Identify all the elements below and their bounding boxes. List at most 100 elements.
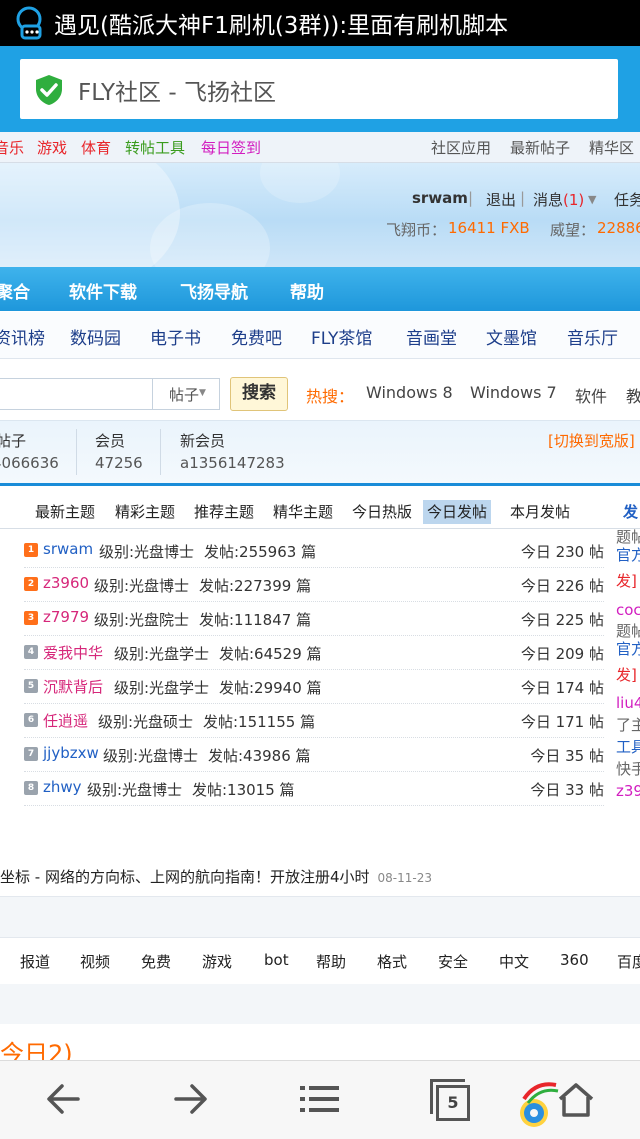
table-row[interactable]: 5 沉默背后 级别:光盘学士 发帖:29940 篇 今日 174 帖 [24, 669, 604, 704]
back-arrow-icon[interactable] [42, 1077, 84, 1121]
rank-badge: 1 [24, 543, 38, 557]
rank-badge: 6 [24, 713, 38, 727]
footer-link[interactable]: 报道 [20, 951, 50, 972]
table-row[interactable]: 7 jjybzxw 级别:光盘博士 发帖:43986 篇 今日 35 帖 [24, 737, 604, 772]
hot-search-item[interactable]: Windows 8 [366, 383, 453, 402]
table-row[interactable]: 8 zhwy 级别:光盘博士 发帖:13015 篇 今日 33 帖 [24, 771, 604, 806]
tab-month-posts[interactable]: 本月发帖 [510, 500, 570, 524]
right-column-cutoff: 题帖 官方 发] coc 题帖 官方 发] liu4 了主 工具 快手 z39 [616, 496, 640, 816]
messages-link[interactable]: 消息(1) [533, 189, 584, 210]
footer-link[interactable]: 安全 [438, 951, 468, 972]
search-button[interactable]: 搜索 [230, 377, 288, 411]
subnav-item-news[interactable]: 资讯榜 [0, 324, 45, 349]
subnav-item-free[interactable]: 免费吧 [231, 324, 282, 349]
tabs-button[interactable]: 5 [426, 1077, 470, 1121]
hot-search-item[interactable]: 教 [626, 383, 640, 407]
footer-link[interactable]: 中文 [499, 951, 529, 972]
footer-link[interactable]: 百度 [617, 951, 640, 972]
home-icon[interactable] [516, 1075, 596, 1131]
rank-badge: 7 [24, 747, 38, 761]
divider [0, 896, 640, 937]
footer-link[interactable]: 帮助 [316, 951, 346, 972]
cutoff-text: 题帖 [616, 622, 640, 640]
nav-item-fly-navigation[interactable]: 飞扬导航 [180, 278, 248, 303]
forward-arrow-icon[interactable] [170, 1077, 212, 1121]
status-bar: 遇见(酷派大神F1刷机(3群)):里面有刷机脚本 [0, 0, 640, 46]
tab-recommended-topics[interactable]: 推荐主题 [194, 500, 254, 524]
top-link-community-apps[interactable]: 社区应用 [431, 137, 491, 158]
cutoff-text: 快手 [616, 760, 640, 778]
footer-link[interactable]: 视频 [80, 951, 110, 972]
tab-digest-topics[interactable]: 精华主题 [273, 500, 333, 524]
notification-title: 遇见(酷派大神F1刷机(3群)):里面有刷机脚本 [54, 13, 509, 39]
logout-link[interactable]: 退出 [486, 189, 516, 210]
user-level: 级别:光盘博士 [94, 577, 190, 595]
footer-link[interactable]: 游戏 [202, 951, 232, 972]
today-post-count: 今日 33 帖 [530, 781, 604, 799]
chevron-down-icon: ▼ [199, 388, 206, 398]
switch-wide-link[interactable]: [切换到宽版] [548, 430, 635, 451]
cutoff-link[interactable]: 工具 [616, 736, 640, 758]
user-link[interactable]: z7979 [43, 608, 89, 626]
address-bar[interactable]: FLY社区 - 飞扬社区 [20, 59, 618, 119]
user-link[interactable]: jjybzxw [43, 744, 99, 762]
forum-stats: 帖子 4066636 会员 47256 新会员 a1356147283 [切换到… [0, 420, 640, 486]
announcement[interactable]: 坐标 - 网络的方向标、上网的航向指南！开放注册4小时 08-11-23 [0, 866, 640, 887]
top-link-latest-posts[interactable]: 最新帖子 [510, 137, 570, 158]
tab-featured-topics[interactable]: 精彩主题 [115, 500, 175, 524]
tab-latest-topics[interactable]: 最新主题 [35, 500, 95, 524]
top-link-sports[interactable]: 体育 [81, 137, 111, 158]
nav-item-software-download[interactable]: 软件下载 [69, 278, 137, 303]
menu-icon[interactable] [298, 1077, 342, 1121]
top-link-daily-signin[interactable]: 每日签到 [201, 137, 261, 158]
subnav-item-ebook[interactable]: 电子书 [150, 324, 201, 349]
divider [76, 429, 77, 475]
announcement-text: 坐标 - 网络的方向标、上网的航向指南！开放注册4小时 [0, 868, 370, 886]
tab-today-hot[interactable]: 今日热版 [352, 500, 412, 524]
user-link[interactable]: srwam [43, 540, 93, 558]
user-link[interactable]: 爱我中华 [43, 642, 103, 663]
table-row[interactable]: 3 z7979 级别:光盘院士 发帖:111847 篇 今日 225 帖 [24, 601, 604, 636]
hot-search-item[interactable]: Windows 7 [470, 383, 557, 402]
cutoff-link[interactable]: coc [616, 598, 640, 622]
cutoff-link[interactable]: 官方 [616, 640, 640, 658]
nav-item-help[interactable]: 帮助 [290, 278, 324, 303]
tasks-link[interactable]: 任务 [614, 189, 640, 210]
subnav-item-music-hall[interactable]: 音乐厅 [567, 324, 618, 349]
table-row[interactable]: 4 爱我中华 级别:光盘学士 发帖:64529 篇 今日 209 帖 [24, 635, 604, 670]
table-row[interactable]: 1 srwam 级别:光盘博士 发帖:255963 篇 今日 230 帖 [24, 533, 604, 568]
top-link-games[interactable]: 游戏 [37, 137, 67, 158]
table-row[interactable]: 2 z3960 级别:光盘博士 发帖:227399 篇 今日 226 帖 [24, 567, 604, 602]
nav-item-aggregate[interactable]: 聚合 [0, 278, 30, 303]
subnav-item-digital[interactable]: 数码园 [70, 324, 121, 349]
footer-link[interactable]: 格式 [377, 951, 407, 972]
posts-value: 4066636 [0, 454, 59, 472]
search-input[interactable] [0, 378, 153, 410]
user-link[interactable]: zhwy [43, 778, 82, 796]
footer-links: 报道 视频 免费 游戏 bot 帮助 格式 安全 中文 360 百度 [0, 937, 640, 985]
prestige-value: 22886 [597, 219, 640, 237]
hot-search-item[interactable]: 软件 [575, 383, 607, 407]
top-link-repost-tool[interactable]: 转帖工具 [125, 137, 185, 158]
table-row[interactable]: 6 任逍遥 级别:光盘硕士 发帖:151155 篇 今日 171 帖 [24, 703, 604, 738]
top-link-music[interactable]: 音乐 [0, 137, 24, 158]
user-link[interactable]: 任逍遥 [43, 710, 88, 731]
footer-link[interactable]: 免费 [141, 951, 171, 972]
username-link[interactable]: srwam [412, 189, 468, 207]
subnav-item-av-hall[interactable]: 音画堂 [406, 324, 457, 349]
search-type-select[interactable]: 帖子 ▼ [152, 378, 220, 410]
subnav-item-fly-teahouse[interactable]: FLY茶馆 [311, 324, 372, 349]
user-link[interactable]: 沉默背后 [43, 676, 103, 697]
tab-today-posts[interactable]: 今日发帖 [423, 500, 492, 524]
top-link-digest[interactable]: 精华区 [589, 137, 634, 158]
user-level: 级别:光盘博士 [103, 747, 199, 765]
address-bar-area: FLY社区 - 飞扬社区 [0, 46, 640, 132]
subnav-item-literature[interactable]: 文墨馆 [486, 324, 537, 349]
new-member-value[interactable]: a1356147283 [180, 454, 285, 472]
cutoff-link[interactable]: 官方 [616, 546, 640, 564]
user-link[interactable]: z3960 [43, 574, 89, 592]
footer-link[interactable]: bot [264, 951, 289, 969]
cutoff-link[interactable]: liu4 [616, 692, 640, 714]
cutoff-link[interactable]: z39 [616, 780, 640, 802]
footer-link[interactable]: 360 [560, 951, 589, 969]
